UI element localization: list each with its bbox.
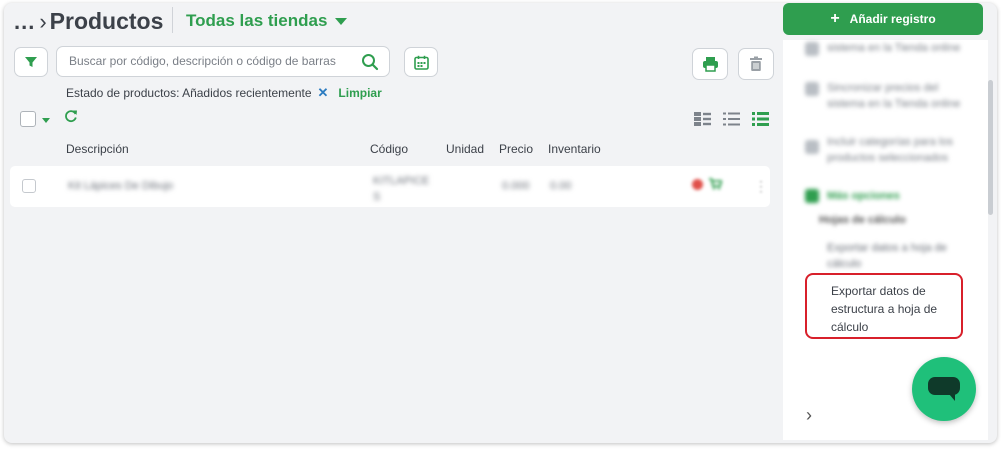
- caret-down-icon: [335, 17, 348, 25]
- add-record-label: Añadir registro: [849, 12, 936, 26]
- grid-view-icon[interactable]: [694, 112, 711, 126]
- sidebar-item-blurred-1[interactable]: sistema en la Tienda online: [827, 40, 977, 56]
- sidebar-item-icon: [805, 42, 819, 56]
- select-all-checkbox[interactable]: [20, 111, 36, 127]
- active-filter: Estado de productos: Añadidos recienteme…: [66, 85, 382, 101]
- more-options-icon: [805, 189, 819, 203]
- sidebar-item-blurred-3[interactable]: Incluir categorías para los productos se…: [827, 134, 977, 166]
- column-header-unit[interactable]: Unidad: [446, 142, 484, 156]
- sidebar-scrollbar-thumb[interactable]: [988, 80, 993, 215]
- row-code: KITLAPICE S: [373, 173, 429, 205]
- chat-button[interactable]: [912, 357, 976, 421]
- add-record-button[interactable]: + Añadir registro: [783, 3, 983, 35]
- filter-icon: [25, 57, 37, 67]
- sidebar-item-export-structure[interactable]: Exportar datos de estructura a hoja de c…: [805, 273, 963, 339]
- table-row[interactable]: Kit Lápices De Dibujo KITLAPICE S 0.000 …: [10, 166, 770, 207]
- row-actions-menu-icon[interactable]: ⋮: [754, 178, 768, 195]
- chevron-right-icon: ›: [39, 8, 47, 34]
- page-title: Productos: [49, 8, 164, 34]
- column-header-code[interactable]: Código: [370, 142, 408, 156]
- breadcrumb[interactable]: ... › Productos: [14, 8, 163, 35]
- row-price: 0.000: [502, 180, 530, 192]
- search-box[interactable]: [56, 46, 390, 77]
- sidebar-section-more-options[interactable]: Más opciones: [827, 190, 900, 202]
- export-structure-label: Exportar datos de estructura a hoja de c…: [831, 284, 938, 334]
- row-description: Kit Lápices De Dibujo: [68, 180, 174, 192]
- delete-button[interactable]: [738, 48, 774, 80]
- status-dot-icon: [692, 178, 703, 190]
- store-selector[interactable]: Todas las tiendas: [186, 11, 348, 31]
- sidebar-item-icon: [805, 140, 819, 154]
- chevron-right-icon[interactable]: ›: [806, 405, 812, 426]
- sidebar-subsection-spreadsheets: Hojas de cálculo: [819, 214, 906, 226]
- title-divider: [172, 7, 173, 33]
- view-mode-switcher: [694, 112, 769, 126]
- column-header-price[interactable]: Precio: [499, 142, 533, 156]
- list-view-icon[interactable]: [723, 112, 740, 126]
- sidebar-item-export-data[interactable]: Exportar datos a hoja de cálculo: [827, 240, 967, 272]
- search-icon[interactable]: [361, 53, 379, 71]
- store-selector-label: Todas las tiendas: [186, 11, 328, 30]
- chat-bubble-icon: [928, 377, 960, 401]
- refresh-icon[interactable]: [64, 109, 78, 123]
- sidebar-item-icon: [805, 82, 819, 96]
- sidebar-item-blurred-2[interactable]: Sincronizar precios del sistema en la Ti…: [827, 80, 977, 112]
- breadcrumb-ellipsis[interactable]: ...: [14, 9, 35, 35]
- row-inventory: 0.00: [550, 180, 572, 192]
- select-options-caret-icon[interactable]: [42, 118, 50, 123]
- compact-list-view-icon[interactable]: [752, 112, 769, 126]
- calendar-button[interactable]: [404, 47, 438, 77]
- row-code-line2: S: [373, 191, 381, 203]
- trash-icon: [750, 56, 762, 71]
- active-filter-label: Estado de productos: Añadidos recienteme…: [66, 86, 312, 100]
- row-status-icons: [692, 178, 722, 190]
- print-button[interactable]: [692, 48, 728, 80]
- cart-icon: [709, 178, 722, 190]
- row-code-line1: KITLAPICE: [373, 175, 430, 187]
- remove-filter-icon[interactable]: ✕: [318, 85, 329, 101]
- plus-icon: +: [830, 10, 840, 27]
- filter-button[interactable]: [14, 47, 48, 77]
- calendar-icon: [413, 55, 429, 70]
- row-checkbox[interactable]: [22, 179, 36, 193]
- printer-icon: [702, 57, 718, 72]
- column-header-inventory[interactable]: Inventario: [548, 142, 601, 156]
- search-input[interactable]: [69, 54, 337, 68]
- column-header-description[interactable]: Descripción: [66, 142, 129, 156]
- clear-filters-link[interactable]: Limpiar: [338, 86, 381, 100]
